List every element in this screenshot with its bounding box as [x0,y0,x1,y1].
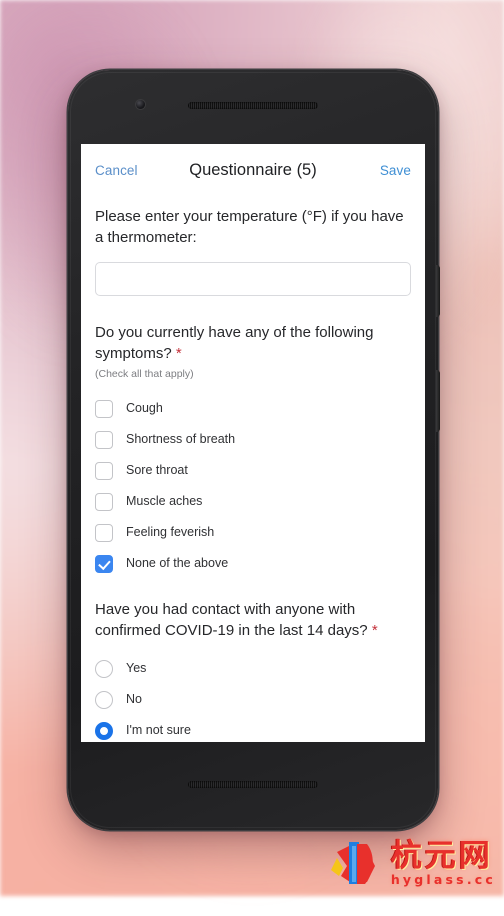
power-button[interactable] [436,265,440,317]
radio-label: No [126,693,142,706]
checkbox-label: None of the above [126,557,228,570]
checkbox-row-feeling-feverish[interactable]: Feeling feverish [95,517,411,548]
checkbox-checked-icon[interactable] [95,555,113,573]
checkbox-row-none-of-the-above[interactable]: None of the above [95,548,411,579]
symptoms-hint-label: (Check all that apply) [95,367,411,381]
checkbox-icon[interactable] [95,524,113,542]
volume-button[interactable] [436,370,440,432]
bottom-speaker-grille [188,781,318,788]
symptoms-question-text: Do you currently have any of the followi… [95,324,374,362]
checkbox-label: Muscle aches [126,495,202,508]
checkbox-label: Cough [126,402,163,415]
front-camera-icon [136,100,145,109]
checkbox-icon[interactable] [95,400,113,418]
spacer [95,579,411,589]
symptoms-question-label: Do you currently have any of the followi… [95,322,411,364]
radio-row-no[interactable]: No [95,684,411,715]
phone-screen: Cancel Questionnaire (5) Save Please ent… [81,144,425,742]
radio-row-yes[interactable]: Yes [95,653,411,684]
checkbox-icon[interactable] [95,431,113,449]
radio-label: Yes [126,662,146,675]
contact-question-text: Have you had contact with anyone with co… [95,601,368,639]
radio-row-im-not-sure[interactable]: I'm not sure [95,715,411,742]
checkbox-label: Feeling feverish [126,526,214,539]
temperature-question-label: Please enter your temperature (°F) if yo… [95,206,411,248]
cancel-button[interactable]: Cancel [95,163,138,178]
symptoms-checkbox-group: Cough Shortness of breath Sore throat Mu… [95,393,411,579]
checkbox-row-cough[interactable]: Cough [95,393,411,424]
watermark: 杭元网 hyglass.cc [327,836,496,890]
save-button[interactable]: Save [380,163,411,178]
radio-label: I'm not sure [126,724,191,737]
watermark-text-block: 杭元网 hyglass.cc [391,839,496,887]
questionnaire-form: Please enter your temperature (°F) if yo… [81,206,425,742]
radio-icon[interactable] [95,691,113,709]
checkbox-label: Shortness of breath [126,433,235,446]
watermark-english-text: hyglass.cc [391,873,496,887]
radio-icon[interactable] [95,660,113,678]
contact-required-marker: * [372,622,378,639]
navigation-bar: Cancel Questionnaire (5) Save [81,144,425,196]
checkbox-icon[interactable] [95,462,113,480]
earpiece-speaker-grille [188,102,318,109]
radio-selected-icon[interactable] [95,722,113,740]
temperature-input[interactable] [95,262,411,296]
checkbox-row-shortness-of-breath[interactable]: Shortness of breath [95,424,411,455]
phone-device: Cancel Questionnaire (5) Save Please ent… [68,70,438,830]
checkbox-row-sore-throat[interactable]: Sore throat [95,455,411,486]
watermark-logo-icon [327,836,385,890]
checkbox-row-muscle-aches[interactable]: Muscle aches [95,486,411,517]
watermark-chinese-text: 杭元网 [391,839,496,873]
spacer [95,296,411,312]
contact-radio-group: Yes No I'm not sure [95,653,411,742]
checkbox-label: Sore throat [126,464,188,477]
checkbox-icon[interactable] [95,493,113,511]
contact-question-label: Have you had contact with anyone with co… [95,599,411,641]
symptoms-required-marker: * [176,345,182,362]
